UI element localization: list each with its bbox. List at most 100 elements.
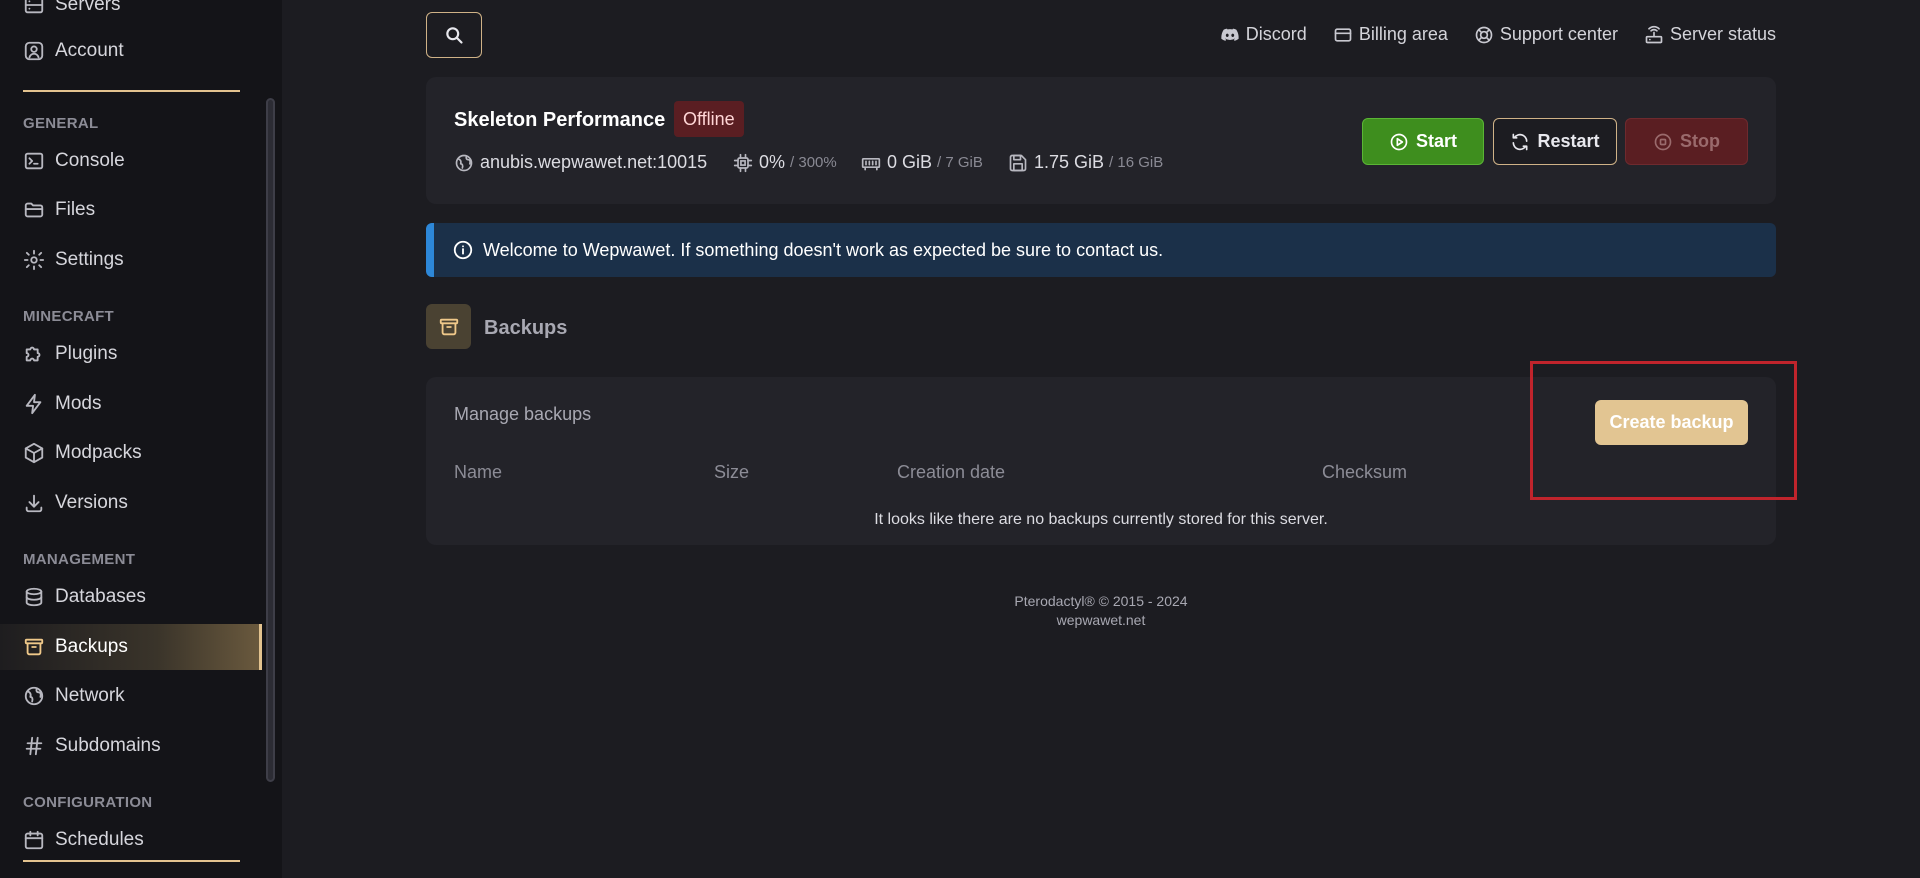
section-title-management: MANAGEMENT xyxy=(23,551,136,568)
billing-link[interactable]: Billing area xyxy=(1333,24,1448,45)
download-icon xyxy=(25,494,43,513)
sidebar-item-label: Subdomains xyxy=(55,735,161,756)
discord-label: Discord xyxy=(1245,24,1307,44)
start-label: Start xyxy=(1415,131,1457,151)
sidebar-item-label: Modpacks xyxy=(55,442,142,463)
sidebar-item-label: Settings xyxy=(55,249,124,270)
server-status-link[interactable]: Server status xyxy=(1644,24,1776,45)
disk-limit: / 16 GiB xyxy=(1109,154,1164,171)
sidebar-divider xyxy=(23,860,240,862)
sidebar-item-plugins[interactable]: Plugins xyxy=(0,331,262,377)
footer-copyright: Pterodactyl® © 2015 - 2024 xyxy=(1014,593,1188,609)
memory-icon xyxy=(861,157,881,170)
sidebar-item-label: Versions xyxy=(55,492,128,513)
column-header-name: Name xyxy=(454,462,503,482)
column-header-creation-date: Creation date xyxy=(897,462,1006,482)
archive-icon xyxy=(439,318,458,335)
sidebar-item-label: Network xyxy=(55,685,125,706)
search-button[interactable] xyxy=(426,12,482,58)
welcome-alert: Welcome to Wepwawet. If something doesn'… xyxy=(426,223,1776,277)
sidebar-item-label: Mods xyxy=(55,393,102,414)
terminal-icon xyxy=(24,152,44,170)
server-address: anubis.wepwawet.net:10015 xyxy=(454,152,707,173)
memory-limit: / 7 GiB xyxy=(937,154,983,171)
create-backup-button[interactable]: Create backup xyxy=(1595,400,1748,445)
server-name: Skeleton Performance xyxy=(454,109,666,131)
bolt-icon xyxy=(25,393,42,415)
sidebar-item-account[interactable]: Account xyxy=(0,28,262,74)
discord-icon xyxy=(1221,28,1239,41)
billing-label: Billing area xyxy=(1358,24,1448,44)
sidebar: Servers Account GENERAL Console Files Se… xyxy=(0,0,282,878)
page-title: Backups xyxy=(484,317,568,339)
sidebar-divider xyxy=(23,90,240,92)
sidebar-item-label: Schedules xyxy=(55,829,144,850)
column-header-checksum: Checksum xyxy=(1322,462,1408,482)
sidebar-item-subdomains[interactable]: Subdomains xyxy=(0,723,262,769)
restart-button[interactable]: Restart xyxy=(1493,118,1617,165)
empty-state-message: It looks like there are no backups curre… xyxy=(874,511,1328,528)
sidebar-item-label: Account xyxy=(55,40,124,61)
sidebar-item-mods[interactable]: Mods xyxy=(0,381,262,427)
sidebar-item-label: Backups xyxy=(55,636,128,657)
memory-stat: 0 GiB / 7 GiB xyxy=(861,152,983,173)
card-title: Manage backups xyxy=(454,404,592,424)
address-value[interactable]: anubis.wepwawet.net:10015 xyxy=(480,152,707,173)
archive-icon xyxy=(24,638,44,656)
hash-icon xyxy=(25,736,43,756)
gear-icon xyxy=(23,249,45,271)
sidebar-item-databases[interactable]: Databases xyxy=(0,574,262,620)
stop-button[interactable]: Stop xyxy=(1625,118,1748,165)
sidebar-item-servers[interactable]: Servers xyxy=(0,0,262,28)
sidebar-item-modpacks[interactable]: Modpacks xyxy=(0,430,262,476)
server-icon xyxy=(24,0,44,14)
stop-label: Stop xyxy=(1680,131,1720,151)
save-icon xyxy=(1009,154,1027,171)
start-button[interactable]: Start xyxy=(1362,118,1484,165)
sidebar-item-label: Databases xyxy=(55,586,146,607)
credit-card-icon xyxy=(1334,27,1352,42)
server-card: Skeleton Performance Offline anubis.wepw… xyxy=(426,77,1776,204)
stop-circle-icon xyxy=(1654,133,1672,150)
sidebar-item-console[interactable]: Console xyxy=(0,138,262,184)
page-header-icon xyxy=(426,304,471,349)
section-title-configuration: CONFIGURATION xyxy=(23,794,153,811)
cube-icon xyxy=(24,442,44,464)
sidebar-item-backups[interactable]: Backups xyxy=(0,624,262,670)
sidebar-item-label: Files xyxy=(55,199,96,220)
sidebar-item-network[interactable]: Network xyxy=(0,673,262,719)
section-title-general: GENERAL xyxy=(23,115,99,132)
footer: Pterodactyl® © 2015 - 2024 wepwawet.net xyxy=(426,592,1776,630)
cpu-value: 0% xyxy=(759,152,786,172)
top-links: Discord Billing area Support center Serv… xyxy=(1220,24,1776,45)
folder-icon xyxy=(24,202,44,218)
footer-site-link[interactable]: wepwawet.net xyxy=(426,611,1776,630)
sidebar-scrollbar[interactable] xyxy=(266,98,275,782)
user-circle-icon xyxy=(24,41,44,61)
support-label: Support center xyxy=(1499,24,1618,44)
database-icon xyxy=(25,587,43,607)
section-title-minecraft: MINECRAFT xyxy=(23,308,115,325)
column-header-size: Size xyxy=(714,462,750,482)
alert-text: Welcome to Wepwawet. If something doesn'… xyxy=(483,239,1164,260)
refresh-icon xyxy=(1512,133,1528,150)
cpu-stat: 0% / 300% xyxy=(733,152,837,173)
disk-value: 1.75 GiB xyxy=(1034,152,1105,172)
sidebar-item-versions[interactable]: Versions xyxy=(0,480,262,526)
router-icon xyxy=(1645,25,1663,43)
disk-stat: 1.75 GiB / 16 GiB xyxy=(1008,152,1163,173)
calendar-icon xyxy=(24,830,44,850)
discord-link[interactable]: Discord xyxy=(1220,24,1307,45)
support-link[interactable]: Support center xyxy=(1474,24,1618,45)
sidebar-item-label: Console xyxy=(55,150,125,171)
lifebuoy-icon xyxy=(1475,26,1493,43)
sidebar-item-files[interactable]: Files xyxy=(0,187,262,233)
cpu-limit: / 300% xyxy=(790,154,837,171)
restart-label: Restart xyxy=(1537,131,1600,151)
sidebar-item-settings[interactable]: Settings xyxy=(0,237,262,283)
sidebar-item-label: Servers xyxy=(55,0,121,15)
search-icon xyxy=(446,27,463,44)
sidebar-item-schedules[interactable]: Schedules xyxy=(0,817,262,863)
server-status-label: Server status xyxy=(1669,24,1776,44)
memory-value: 0 GiB xyxy=(887,152,933,172)
